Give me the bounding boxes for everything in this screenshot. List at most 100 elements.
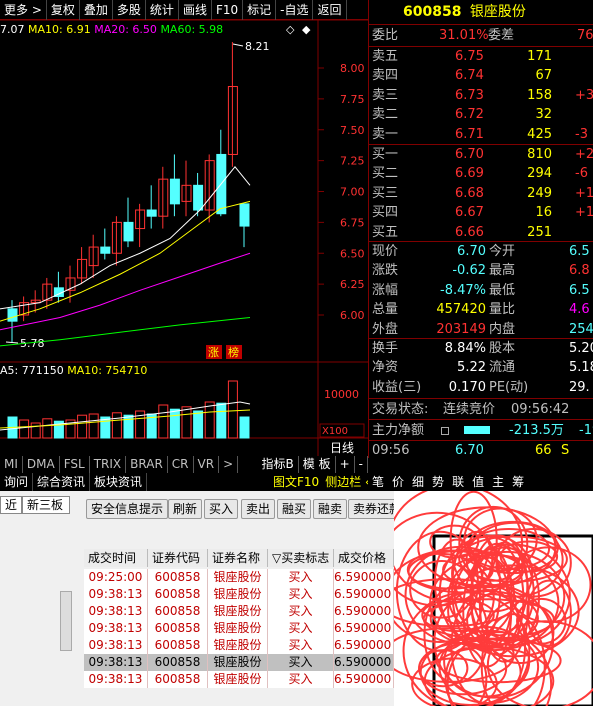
toolbar-item-8[interactable]: -自选 — [276, 0, 314, 20]
sells-row[interactable]: 卖一 6.71 425 -3 — [369, 125, 593, 144]
stock-header: 600858 银座股份 — [369, 0, 593, 24]
left-nav-tab-1[interactable]: 新三板 — [22, 496, 70, 514]
indicator-right-2[interactable]: + — [336, 456, 355, 473]
trade-btn-3[interactable]: 卖出 — [241, 499, 276, 519]
buys-row[interactable]: 买三 6.68 249 +11 — [369, 184, 593, 203]
indicator-tab-6[interactable]: VR — [194, 456, 220, 473]
quote-tab-5[interactable]: 值 — [468, 473, 488, 491]
sells-row[interactable]: 卖四 6.74 67 — [369, 66, 593, 85]
buys-row[interactable]: 买二 6.69 294 -6 — [369, 164, 593, 183]
kline-chart[interactable]: 7.07 MA10: 6.91 MA20: 6.50 MA60: 5.98 ◇ ◆… — [0, 20, 368, 458]
table-header[interactable]: 证券名称 — [208, 549, 268, 567]
buys-change: -6 — [575, 166, 588, 182]
sidebar-tab-0[interactable]: 图文F10 — [270, 473, 322, 491]
stats-value: 203149 — [436, 321, 486, 337]
table-row[interactable]: 09:25:00 600858 银座股份 买入 6.590000 — [84, 569, 394, 586]
stats-label: 现价 — [372, 244, 399, 259]
toolbar-item-4[interactable]: 统计 — [146, 0, 179, 20]
indicator-tab-1[interactable]: DMA — [23, 456, 60, 473]
trade-btn-0[interactable]: 安全信息提示 — [86, 499, 169, 519]
indicator-right-1[interactable]: 模 板 — [299, 456, 336, 473]
table-header[interactable]: 成交价格 — [334, 549, 394, 567]
table-row[interactable]: 09:38:13 600858 银座股份 买入 6.590000 — [84, 620, 394, 637]
quote-tab-7[interactable]: 筹 — [508, 473, 528, 491]
toolbar-item-6[interactable]: F10 — [212, 0, 244, 20]
table-cell: 银座股份 — [208, 654, 268, 671]
indicator-tab-4[interactable]: BRAR — [126, 456, 168, 473]
table-cell: 09:38:13 — [84, 637, 148, 654]
info-tab-0[interactable]: 询问 — [0, 473, 34, 491]
buys-label: 买四 — [372, 205, 399, 221]
vol-bar — [77, 414, 88, 439]
sells-price: 6.75 — [455, 49, 484, 64]
toolbar-item-3[interactable]: 多股 — [113, 0, 146, 20]
info-tab-1[interactable]: 综合资讯 — [33, 473, 91, 491]
ma-header: 7.07 MA10: 6.91 MA20: 6.50 MA60: 5.98 — [0, 23, 223, 36]
trade-status-value: 连续竞价 — [443, 402, 496, 417]
vol-bar — [204, 401, 215, 439]
buys-vol: 810 — [527, 147, 552, 162]
table-row[interactable]: 09:38:13 600858 银座股份 买入 6.590000 — [84, 654, 394, 671]
quote-tab-0[interactable]: 笔 — [368, 473, 388, 491]
info-tab-2[interactable]: 板块资讯 — [90, 473, 148, 491]
stats-label: 总量 — [372, 302, 399, 318]
candle-body — [7, 308, 18, 322]
vol-bar — [30, 422, 41, 439]
table-header[interactable]: 证券代码 — [148, 549, 208, 567]
indicator-tab-2[interactable]: FSL — [60, 456, 90, 473]
toolbar-item-7[interactable]: 标记 — [243, 0, 277, 20]
sells-row[interactable]: 卖三 6.73 158 +3 — [369, 86, 593, 105]
sells-row[interactable]: 卖五 6.75 171 — [369, 47, 593, 66]
table-row[interactable]: 09:38:13 600858 银座股份 买入 6.590000 — [84, 603, 394, 620]
stats-label: 外盘 — [372, 321, 399, 337]
table-cell: 6.590000 — [334, 637, 394, 654]
trade-btn-5[interactable]: 融卖 — [313, 499, 348, 519]
toolbar-item-2[interactable]: 叠加 — [80, 0, 113, 20]
left-nav-tabs: 近新三板 — [0, 491, 78, 521]
table-header[interactable]: 成交时间 — [84, 549, 148, 567]
indicator-tab-5[interactable]: CR — [168, 456, 194, 473]
sells-price: 6.72 — [455, 107, 484, 123]
table-cell: 买入 — [268, 569, 334, 586]
indicator-right-3[interactable]: - — [355, 456, 368, 473]
toolbar-item-5[interactable]: 画线 — [179, 0, 212, 20]
table-row[interactable]: 09:38:13 600858 银座股份 买入 6.590000 — [84, 586, 394, 603]
quote-tab-4[interactable]: 联 — [448, 473, 468, 491]
indicator-right-0[interactable]: 指标B — [258, 456, 299, 473]
left-nav-tab-0[interactable]: 近 — [0, 496, 22, 514]
sells-label: 卖二 — [372, 107, 399, 123]
netflow-tail: -19 — [579, 423, 593, 438]
buys-row[interactable]: 买四 6.67 16 +1 — [369, 203, 593, 222]
sells-label: 卖五 — [372, 49, 399, 64]
indicator-tab-3[interactable]: TRIX — [90, 456, 127, 473]
quote-tab-2[interactable]: 细 — [408, 473, 428, 491]
sells-vol: 171 — [527, 49, 552, 64]
quote-tab-3[interactable]: 势 — [428, 473, 448, 491]
vol-tick: 10000 — [324, 388, 359, 401]
table-cell: 银座股份 — [208, 569, 268, 586]
trade-btn-2[interactable]: 买入 — [204, 499, 239, 519]
webi-value: 31.01% — [439, 28, 489, 43]
indicator-tab-7[interactable]: > — [219, 456, 239, 473]
quote-tab-1[interactable]: 价 — [388, 473, 408, 491]
toolbar-item-9[interactable]: 返回 — [313, 0, 347, 20]
trade-btn-1[interactable]: 刷新 — [168, 499, 203, 519]
left-scrollbar[interactable] — [60, 591, 72, 651]
table-cell: 6.590000 — [334, 620, 394, 637]
buys-row[interactable]: 买一 6.70 810 +2 — [369, 145, 593, 164]
stats2-value2: 5.18亿 — [569, 360, 593, 376]
buys-row[interactable]: 买五 6.66 251 — [369, 223, 593, 242]
table-row[interactable]: 09:38:13 600858 银座股份 买入 6.590000 — [84, 637, 394, 654]
sells-row[interactable]: 卖二 6.72 32 — [369, 105, 593, 124]
indicator-tab-0[interactable]: MI — [0, 456, 23, 473]
table-row[interactable]: 09:38:13 600858 银座股份 买入 6.590000 — [84, 671, 394, 688]
vol-bar — [239, 416, 250, 439]
table-header[interactable]: ▽买卖标志 — [268, 549, 334, 567]
toolbar-item-1[interactable]: 复权 — [47, 0, 80, 20]
netflow-list-icon[interactable] — [441, 427, 449, 435]
toolbar-item-0[interactable]: 更多 > — [0, 0, 47, 20]
trade-btn-4[interactable]: 融买 — [277, 499, 312, 519]
quote-tab-6[interactable]: 主 — [488, 473, 508, 491]
y-tick-label: 8.00 — [340, 62, 365, 75]
stats2-row: 净资 5.22流通 5.18亿 — [369, 358, 593, 377]
